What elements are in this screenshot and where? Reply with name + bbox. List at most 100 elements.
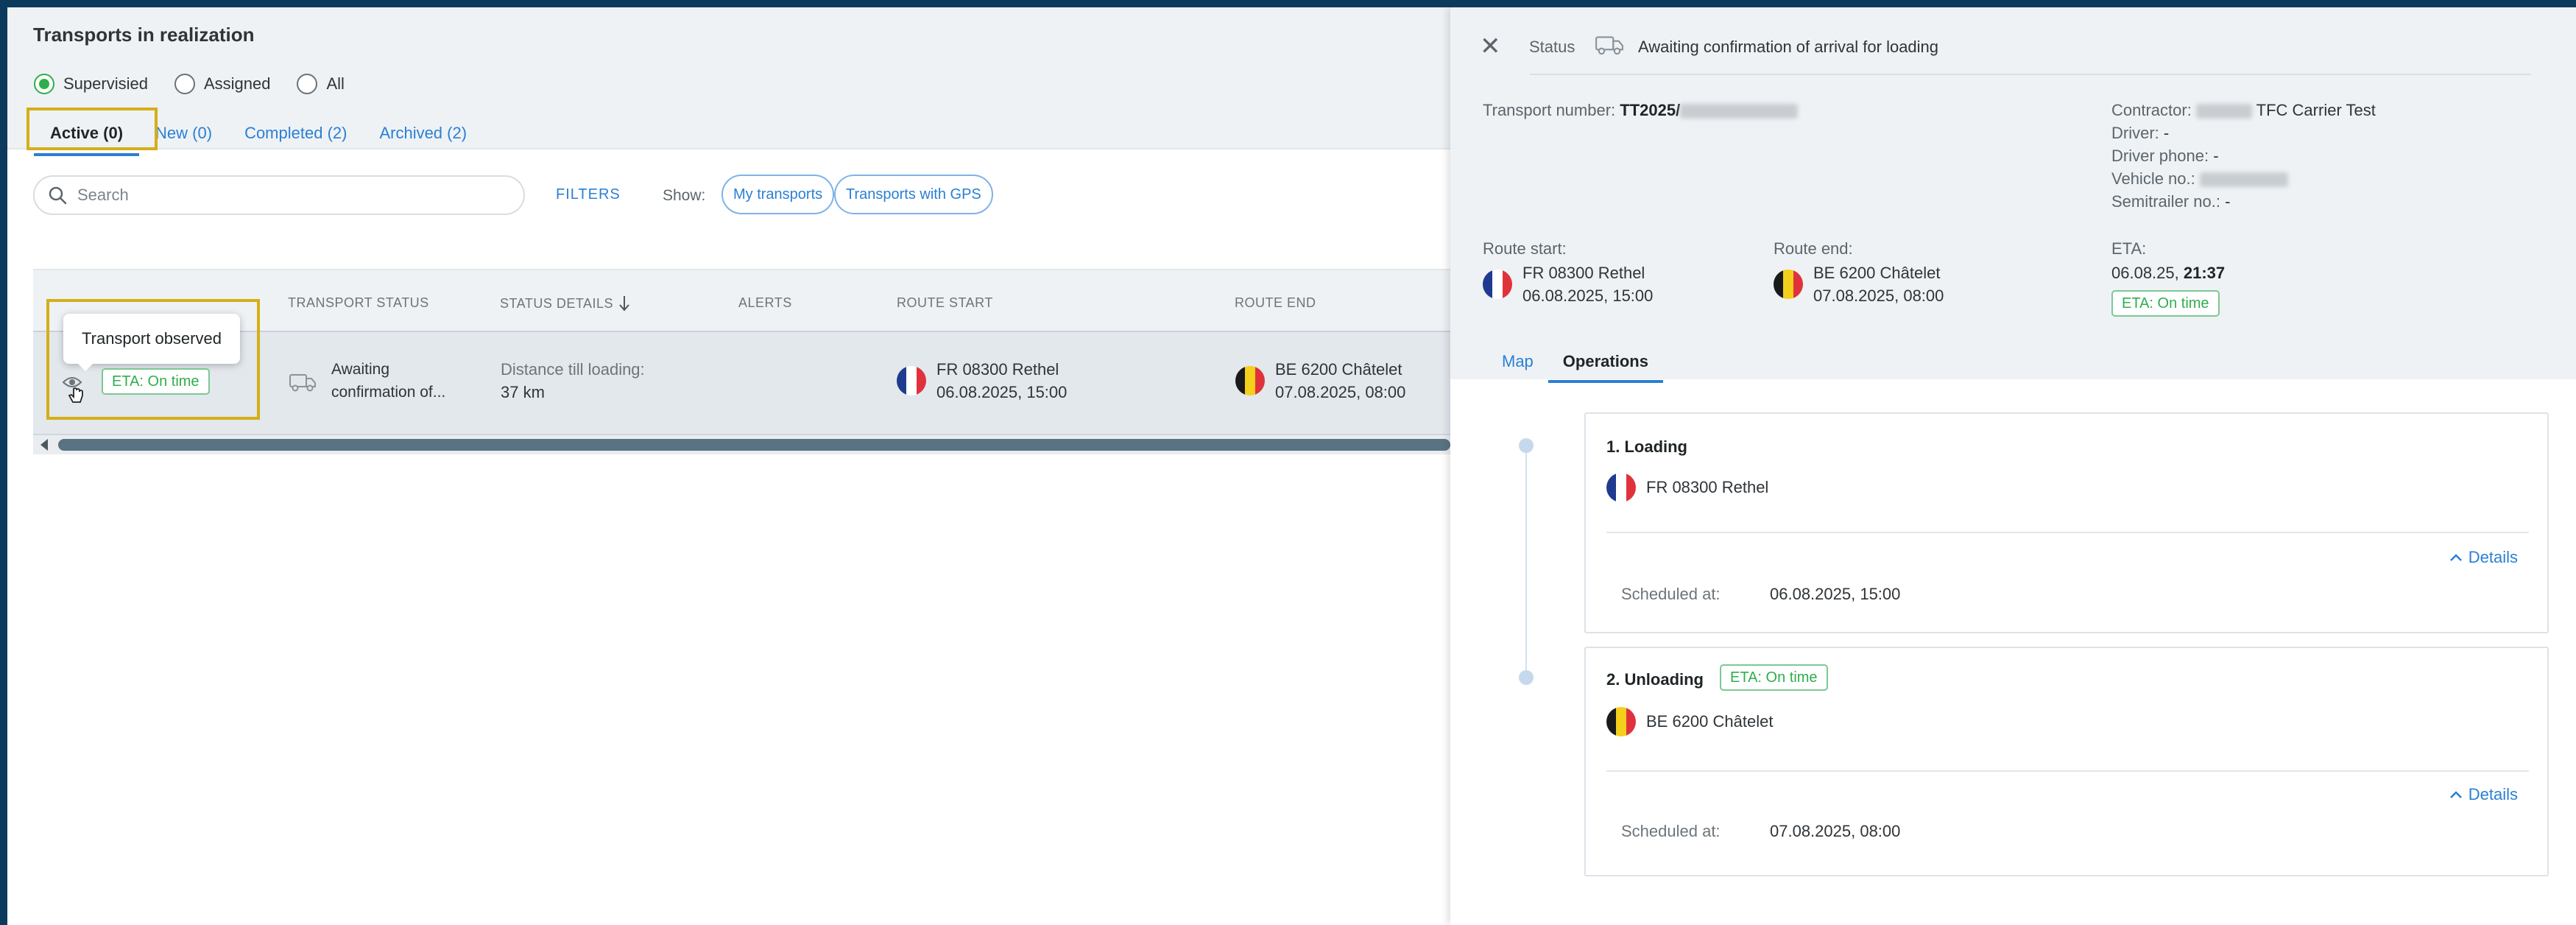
eta-date: 06.08.25, <box>2111 264 2179 282</box>
scheduled-value: 06.08.2025, 15:00 <box>1770 585 1901 603</box>
vehicle-label: Vehicle no.: <box>2111 169 2195 188</box>
operation-place: FR 08300 Rethel <box>1606 473 1768 502</box>
operation-card-loading: 1. Loading FR 08300 Rethel Details Sched… <box>1584 412 2549 633</box>
belgium-flag-icon <box>1774 270 1803 299</box>
radio-assigned-control[interactable] <box>174 74 195 94</box>
redacted-text <box>2199 172 2288 188</box>
row-end-place: BE 6200 Châtelet <box>1275 360 1402 379</box>
transport-number-value: TT2025/ <box>1620 101 1681 119</box>
card-divider <box>1606 532 2529 533</box>
my-transports-pill[interactable]: My transports <box>721 175 835 214</box>
driver-label: Driver: <box>2111 124 2159 142</box>
semitrailer-label: Semitrailer no.: <box>2111 192 2220 211</box>
france-flag-icon <box>1483 270 1512 299</box>
transports-with-gps-pill[interactable]: Transports with GPS <box>834 175 993 214</box>
route-start-place: FR 08300 Rethel <box>1522 264 1645 282</box>
scrollbar-thumb[interactable] <box>58 439 1450 451</box>
row-end-date: 07.08.2025, 08:00 <box>1275 383 1406 401</box>
detail-route-start: Route start: FR 08300 Rethel 06.08.2025,… <box>1483 237 1653 307</box>
carrier-info: Contractor: TFC Carrier Test Driver: - D… <box>2111 99 2376 213</box>
radio-supervised[interactable]: Supervisied <box>34 74 148 94</box>
col-alerts[interactable]: ALERTS <box>738 295 792 311</box>
operation-card-unloading: 2. Unloading ETA: On time BE 6200 Châtel… <box>1584 647 2549 876</box>
route-start-date: 06.08.2025, 15:00 <box>1522 286 1654 305</box>
transport-list-pane: Transports in realization Supervisied As… <box>7 7 1450 925</box>
search-icon <box>49 186 67 205</box>
radio-all-label: All <box>326 74 345 93</box>
tab-archived[interactable]: Archived (2) <box>363 116 483 156</box>
header-divider <box>1530 74 2531 75</box>
operation-place-text: FR 08300 Rethel <box>1646 478 1769 496</box>
belgium-flag-icon <box>1235 366 1265 395</box>
scheduled-label: Scheduled at: <box>1621 822 1721 840</box>
col-route-end[interactable]: ROUTE END <box>1235 295 1316 311</box>
operation-eta-badge: ETA: On time <box>1720 664 1828 691</box>
tab-completed[interactable]: Completed (2) <box>228 116 363 156</box>
transport-detail-panel: ✕ Status Awaiting confirmation of arriva… <box>1450 7 2576 925</box>
row-route-end: BE 6200 Châtelet 07.08.2025, 08:00 <box>1235 358 1405 404</box>
eta-label: ETA: <box>2111 239 2147 258</box>
row-status: Awaiting confirmation of... <box>331 358 445 404</box>
redacted-text <box>2195 104 2252 119</box>
contractor-value: TFC Carrier Test <box>2256 101 2376 119</box>
truck-icon <box>1595 36 1623 55</box>
show-label: Show: <box>663 187 706 204</box>
operations-timeline <box>1525 446 1527 678</box>
driver-value: - <box>2163 124 2170 142</box>
radio-all[interactable]: All <box>297 74 345 94</box>
radio-all-control[interactable] <box>297 74 318 94</box>
col-status-details[interactable]: STATUS DETAILS <box>500 295 629 312</box>
driver-phone-value: - <box>2213 147 2219 165</box>
col-route-start[interactable]: ROUTE START <box>897 295 993 311</box>
route-end-label: Route end: <box>1774 239 1853 258</box>
row-detail-label: Distance till loading: <box>501 360 645 379</box>
timeline-dot <box>1519 670 1534 685</box>
driver-phone-label: Driver phone: <box>2111 147 2209 165</box>
radio-assigned-label: Assigned <box>203 74 271 93</box>
sort-down-icon <box>619 296 629 312</box>
eta-time: 21:37 <box>2183 264 2226 282</box>
route-end-place: BE 6200 Châtelet <box>1813 264 1941 282</box>
details-toggle[interactable]: Details <box>2449 785 2518 804</box>
route-end-date: 07.08.2025, 08:00 <box>1813 286 1944 305</box>
row-status-line1: Awaiting <box>331 361 389 378</box>
scroll-left-icon[interactable] <box>40 439 48 451</box>
status-value: Awaiting confirmation of arrival for loa… <box>1638 38 1939 56</box>
operation-title: 2. Unloading <box>1606 670 1704 689</box>
chevron-up-icon <box>2449 791 2462 798</box>
route-start-label: Route start: <box>1483 239 1567 258</box>
card-divider <box>1606 770 2529 772</box>
scheduled-value: 07.08.2025, 08:00 <box>1770 822 1901 840</box>
eye-icon[interactable] <box>60 372 90 409</box>
close-icon[interactable]: ✕ <box>1480 34 1501 59</box>
chevron-up-icon <box>2449 554 2462 561</box>
details-toggle[interactable]: Details <box>2449 548 2518 567</box>
detail-tabs: Map Operations <box>1487 348 1663 383</box>
operation-place-text: BE 6200 Châtelet <box>1646 712 1774 731</box>
transport-number-label: Transport number: <box>1483 101 1616 119</box>
transport-number: Transport number: TT2025/ <box>1483 99 1799 122</box>
row-route-start: FR 08300 Rethel 06.08.2025, 15:00 <box>897 358 1067 404</box>
detail-eta: ETA: 06.08.25, 21:37 ETA: On time <box>2111 237 2225 317</box>
detail-header: ✕ Status Awaiting confirmation of arriva… <box>1450 7 2576 383</box>
page-title: Transports in realization <box>33 24 255 46</box>
col-transport-status[interactable]: TRANSPORT STATUS <box>288 295 429 311</box>
radio-assigned[interactable]: Assigned <box>174 74 271 94</box>
belgium-flag-icon <box>1606 707 1636 736</box>
horizontal-scrollbar[interactable] <box>33 435 1450 454</box>
scope-radio-group: Supervisied Assigned All <box>34 74 345 94</box>
semitrailer-value: - <box>2225 192 2231 211</box>
search-box[interactable] <box>33 175 525 215</box>
tab-map[interactable]: Map <box>1487 348 1548 383</box>
france-flag-icon <box>1606 473 1636 502</box>
app-window: Transports in realization Supervisied As… <box>7 7 2576 925</box>
tab-operations[interactable]: Operations <box>1548 348 1663 383</box>
search-input[interactable] <box>77 186 490 205</box>
row-status-details: Distance till loading: 37 km <box>501 358 645 404</box>
operation-title: 1. Loading <box>1606 437 1687 456</box>
radio-supervised-label: Supervisied <box>63 74 148 93</box>
col-status-details-label: STATUS DETAILS <box>500 295 614 311</box>
redacted-text <box>1680 104 1799 119</box>
radio-supervised-control[interactable] <box>34 74 54 94</box>
filters-button[interactable]: FILTERS <box>556 186 621 203</box>
